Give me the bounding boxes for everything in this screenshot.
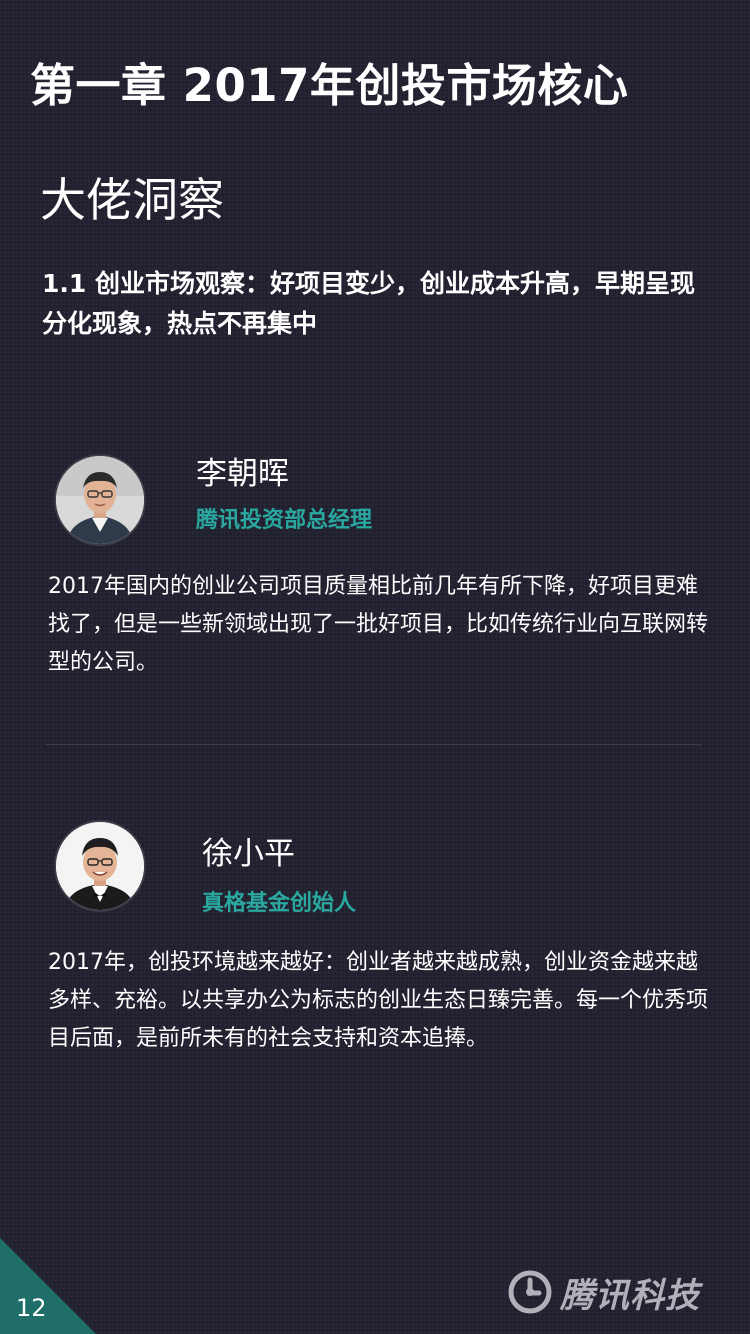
expert-quote: 2017年，创投环境越来越好：创业者越来越成熟，创业资金越来越多样、充裕。以共享…	[48, 950, 709, 1051]
avatar-portrait-icon	[56, 822, 144, 910]
brand-logo: 腾讯科技	[508, 1268, 700, 1316]
divider	[46, 744, 702, 745]
expert-quote: 2017年国内的创业公司项目质量相比前几年有所下降，好项目更难找了，但是一些新领…	[48, 574, 709, 675]
tencent-logo-icon	[508, 1270, 552, 1314]
expert-role: 真格基金创始人	[202, 891, 357, 916]
corner-decoration	[0, 1238, 96, 1334]
expert-name: 徐小平	[202, 836, 295, 872]
avatar-portrait-icon	[56, 456, 144, 544]
subtitle: 1.1 创业市场观察：好项目变少，创业成本升高，早期呈现分化现象，热点不再集中	[42, 269, 695, 338]
expert-name: 李朝晖	[196, 456, 289, 492]
avatar	[56, 822, 144, 910]
avatar	[56, 456, 144, 544]
expert-role: 腾讯投资部总经理	[196, 508, 373, 533]
chapter-title: 第一章 2017年创投市场核心	[30, 59, 629, 112]
brand-name: 腾讯科技	[560, 1275, 700, 1316]
section-title: 大佬洞察	[40, 173, 224, 227]
page-number: 12	[16, 1294, 47, 1322]
